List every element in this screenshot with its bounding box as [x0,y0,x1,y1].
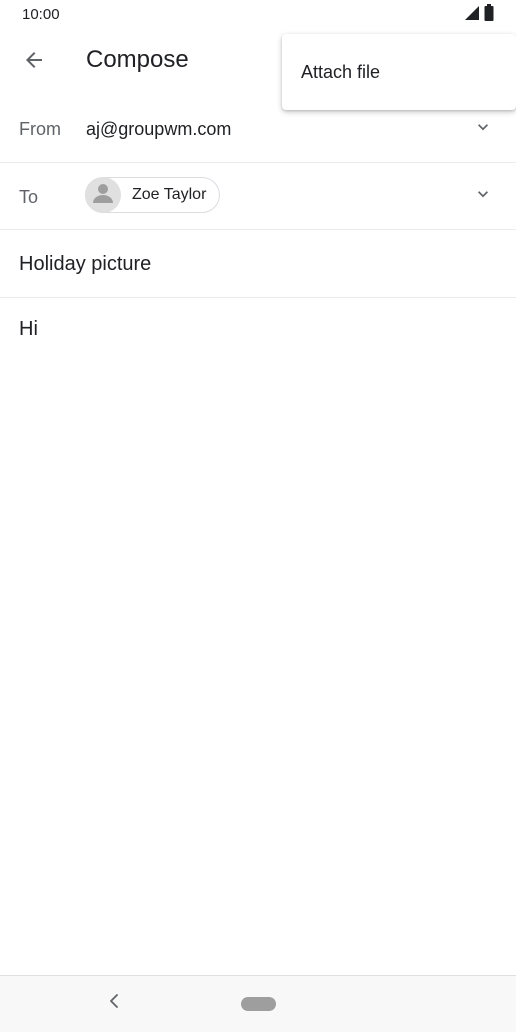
status-time: 10:00 [22,6,60,23]
back-button[interactable] [12,40,56,84]
recipient-chip[interactable]: Zoe Taylor [85,177,221,213]
navigation-bar [0,975,516,1032]
status-bar: 10:00 [0,0,516,30]
to-expand-button[interactable] [468,181,498,211]
overflow-menu: Attach file [282,34,516,110]
from-expand-button[interactable] [468,114,498,144]
arrow-back-icon [22,48,46,77]
menu-item-attach-file[interactable]: Attach file [282,34,516,110]
chevron-down-icon [473,117,493,142]
to-field-row[interactable]: To Zoe Taylor [0,163,516,230]
subject-text: Holiday picture [19,253,152,275]
avatar [85,177,121,213]
home-pill-icon[interactable] [241,997,276,1011]
signal-icon [464,5,480,26]
person-icon [85,177,121,213]
status-icons [464,4,494,26]
from-label: From [19,119,61,139]
nav-back-icon [108,993,120,1014]
subject-field[interactable]: Holiday picture [0,230,516,298]
nav-back-button[interactable] [103,991,125,1015]
to-label: To [19,187,39,207]
body-field[interactable]: Hi [19,318,38,341]
recipient-name: Zoe Taylor [132,186,207,203]
from-address: aj@groupwm.com [86,119,232,139]
battery-icon [484,4,494,26]
page-title: Compose [86,46,189,73]
chevron-down-icon [473,184,493,209]
compose-screen: 10:00 Compose From aj@groupwm.com To Zoe… [0,0,516,1032]
